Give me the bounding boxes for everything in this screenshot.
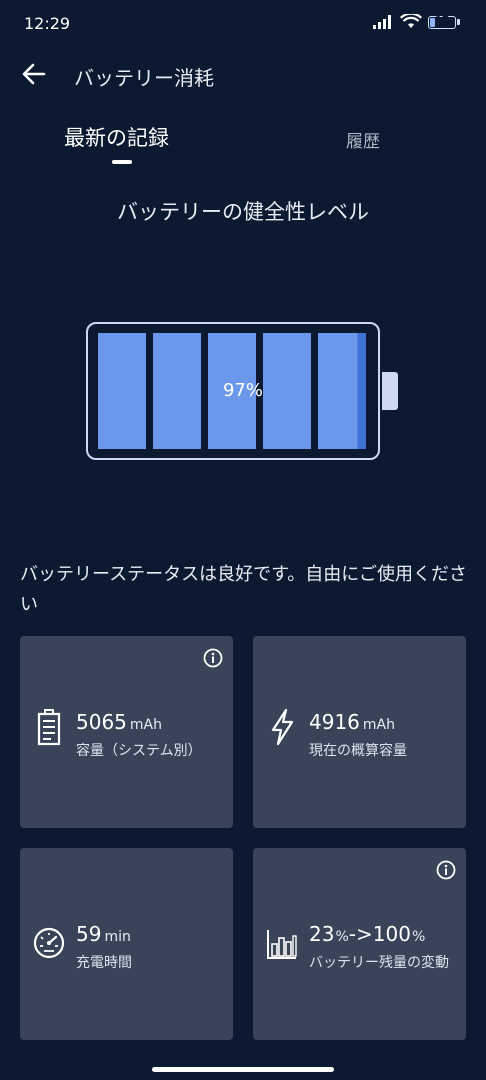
charge-time-unit: min bbox=[104, 929, 131, 945]
current-capacity-card[interactable]: 4916 mAh 現在の概算容量 bbox=[253, 636, 466, 828]
info-icon[interactable] bbox=[436, 860, 456, 880]
battery-health-graphic: 97% bbox=[86, 322, 398, 462]
charge-time-card[interactable]: 59 min 充電時間 bbox=[20, 848, 233, 1040]
level-change-value: 23%->100% bbox=[309, 922, 425, 946]
app-bar: バッテリー消耗 bbox=[0, 48, 486, 100]
tab-indicator bbox=[112, 160, 132, 164]
battery-status-message: バッテリーステータスは良好です。自由にご使用ください bbox=[20, 564, 467, 615]
status-battery-icon: 17 bbox=[428, 14, 460, 29]
current-capacity-unit: mAh bbox=[362, 717, 395, 733]
charge-time-number: 59 bbox=[76, 922, 102, 946]
current-capacity-value: 4916 mAh bbox=[309, 710, 395, 734]
current-capacity-number: 4916 bbox=[309, 710, 360, 734]
gesture-nav-handle[interactable] bbox=[152, 1067, 334, 1072]
page-title: バッテリー消耗 bbox=[74, 66, 214, 90]
level-change-label: バッテリー残量の変動 bbox=[309, 955, 449, 971]
battery-health-percent: 97% bbox=[222, 380, 263, 401]
capacity-number: 5065 bbox=[76, 710, 127, 734]
tab-latest-record[interactable]: 最新の記録 bbox=[64, 122, 169, 152]
capacity-value: 5065 mAh bbox=[76, 710, 162, 734]
level-arrow: -> bbox=[348, 922, 373, 946]
wifi-icon bbox=[400, 14, 422, 28]
lightning-icon bbox=[271, 708, 294, 746]
status-battery-level: 17 bbox=[435, 14, 449, 26]
tab-bar: 最新の記録 履歴 bbox=[0, 118, 486, 168]
level-change-card[interactable]: 23%->100% バッテリー残量の変動 bbox=[253, 848, 466, 1040]
capacity-label: 容量（システム別） bbox=[76, 743, 202, 759]
info-icon[interactable] bbox=[203, 648, 223, 668]
signal-icon bbox=[373, 15, 391, 29]
capacity-unit: mAh bbox=[129, 717, 162, 733]
health-title: バッテリーの健全性レベル bbox=[117, 200, 369, 224]
charge-time-label: 充電時間 bbox=[76, 955, 132, 971]
tab-history[interactable]: 履歴 bbox=[346, 127, 380, 152]
current-capacity-label: 現在の概算容量 bbox=[309, 743, 407, 759]
bar-chart-icon bbox=[267, 930, 297, 959]
level-to: 100 bbox=[372, 922, 411, 946]
level-from: 23 bbox=[309, 922, 335, 946]
status-icons: 17 bbox=[372, 14, 460, 30]
status-bar: 12:29 17 bbox=[0, 0, 486, 48]
level-from-unit: % bbox=[335, 929, 349, 945]
speedometer-icon bbox=[33, 927, 65, 959]
back-arrow-icon[interactable] bbox=[20, 60, 48, 88]
battery-capacity-icon bbox=[37, 709, 61, 746]
charge-time-value: 59 min bbox=[76, 922, 131, 946]
level-to-unit: % bbox=[411, 929, 426, 945]
clock: 12:29 bbox=[24, 14, 71, 33]
capacity-card[interactable]: 5065 mAh 容量（システム別） bbox=[20, 636, 233, 828]
